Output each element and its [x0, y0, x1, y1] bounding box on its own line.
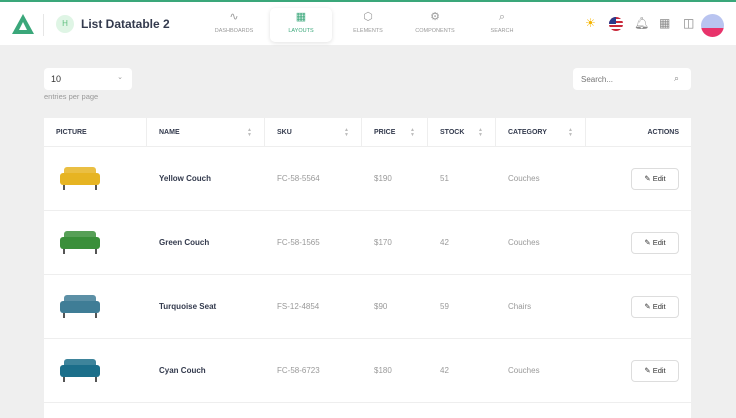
grid-icon: ▦ [295, 11, 307, 23]
product-category: Couches [508, 238, 540, 247]
activity-icon: ∿ [229, 11, 239, 23]
product-image [60, 167, 100, 190]
nav-search[interactable]: ⌕ SEARCH [471, 8, 533, 42]
product-name: Turquoise Seat [159, 302, 217, 311]
product-price: $90 [374, 302, 388, 311]
search-icon: ⌕ [498, 11, 506, 23]
col-picture: PICTURE [44, 118, 147, 147]
bell-icon[interactable]: 🔔︎ [634, 16, 649, 30]
table-header: PICTURE NAME ▲ ▼ SKU ▲ ▼ PRICE ▲ ▼ STOCK ▲ ▼ CAT… [44, 118, 691, 147]
edit-button[interactable]: ✎ Edit [631, 296, 679, 318]
product-stock: 42 [440, 238, 449, 247]
nav-components[interactable]: ⚙ COMPONENTS [404, 8, 466, 42]
page-avatar: H [56, 15, 74, 33]
nav-layouts[interactable]: ▦ LAYOUTS [270, 8, 332, 42]
table-row: Turquoise Seat FS-12-4854 $90 59 Chairs … [44, 275, 691, 339]
entries-select[interactable]: 10 ⌄ [44, 68, 132, 90]
pencil-icon: ✎ [644, 238, 653, 247]
col-category[interactable]: CATEGORY ▲ ▼ [496, 118, 586, 147]
entries-label: entries per page [44, 92, 99, 101]
edit-button[interactable]: ✎ Edit [631, 360, 679, 382]
pencil-icon: ✎ [644, 302, 653, 311]
sort-icon: ▲ ▼ [410, 127, 415, 138]
product-sku: FC-58-6723 [277, 366, 320, 375]
product-category: Couches [508, 366, 540, 375]
nav-dashboards[interactable]: ∿ DASHBOARDS [203, 8, 265, 42]
product-image [60, 359, 100, 382]
sort-icon: ▲ ▼ [344, 127, 349, 138]
cube-icon: ⬡ [363, 11, 373, 23]
pencil-icon: ✎ [644, 174, 653, 183]
product-image [60, 231, 100, 254]
top-bar: H List Datatable 2 ∿ DASHBOARDS ▦ LAYOUTS … [0, 0, 736, 45]
table-row: Green Couch FC-58-1565 $170 42 Couches ✎… [44, 211, 691, 275]
product-sku: FS-12-4854 [277, 302, 320, 311]
product-category: Couches [508, 174, 540, 183]
product-sku: FC-58-1565 [277, 238, 320, 247]
product-name: Yellow Couch [159, 174, 212, 183]
col-price[interactable]: PRICE ▲ ▼ [362, 118, 428, 147]
data-table: PICTURE NAME ▲ ▼ SKU ▲ ▼ PRICE ▲ ▼ STOCK ▲ ▼ CAT… [44, 118, 691, 418]
product-name: Cyan Couch [159, 366, 206, 375]
product-stock: 42 [440, 366, 449, 375]
col-actions: ACTIONS [647, 129, 680, 136]
edit-button[interactable]: ✎ Edit [631, 168, 679, 190]
table-row: Yellow Couch FC-58-5564 $190 51 Couches … [44, 147, 691, 211]
chip-icon: ⚙ [430, 11, 440, 23]
product-stock: 51 [440, 174, 449, 183]
sort-icon: ▲ ▼ [247, 127, 252, 138]
table-row: Cyan Couch FC-58-6723 $180 42 Couches ✎ … [44, 339, 691, 403]
chevron-down-icon: ⌄ [117, 74, 123, 81]
divider [43, 14, 44, 36]
product-image [60, 295, 100, 318]
product-name: Green Couch [159, 238, 210, 247]
logo-icon[interactable] [12, 14, 34, 34]
product-price: $170 [374, 238, 392, 247]
apps-grid-icon[interactable]: ▦ [659, 16, 670, 30]
edit-button[interactable]: ✎ Edit [631, 232, 679, 254]
product-price: $190 [374, 174, 392, 183]
col-name[interactable]: NAME ▲ ▼ [147, 118, 265, 147]
product-sku: FC-58-5564 [277, 174, 320, 183]
sort-icon: ▲ ▼ [478, 127, 483, 138]
user-avatar[interactable] [701, 14, 724, 37]
sort-icon: ▲ ▼ [568, 127, 573, 138]
col-sku[interactable]: SKU ▲ ▼ [265, 118, 362, 147]
nav-elements[interactable]: ⬡ ELEMENTS [337, 8, 399, 42]
us-flag-icon[interactable] [609, 17, 623, 31]
sidebar-toggle-icon[interactable]: ◫ [683, 16, 694, 30]
pencil-icon: ✎ [644, 366, 653, 375]
search-icon: ⌕ [674, 73, 680, 83]
page-title: List Datatable 2 [81, 17, 170, 31]
product-stock: 59 [440, 302, 449, 311]
product-category: Chairs [508, 302, 532, 311]
sun-icon[interactable]: ☀ [585, 16, 596, 30]
col-stock[interactable]: STOCK ▲ ▼ [428, 118, 496, 147]
product-price: $180 [374, 366, 392, 375]
